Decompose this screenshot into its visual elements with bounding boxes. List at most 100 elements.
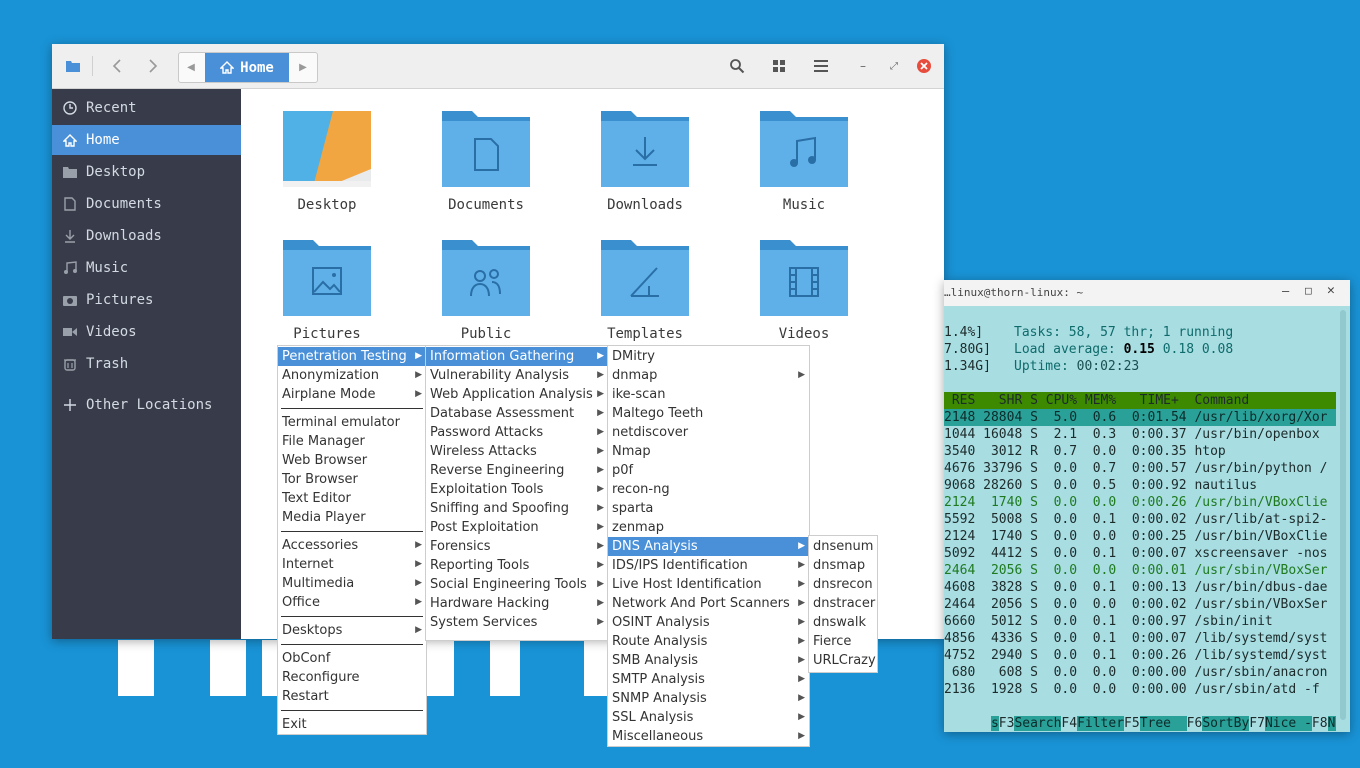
minimize-button[interactable]: – bbox=[850, 54, 876, 78]
menu-item-exploitation-tools[interactable]: Exploitation Tools ▶ bbox=[426, 480, 608, 499]
file-item-public[interactable]: Public bbox=[421, 218, 551, 348]
process-row[interactable]: 2148 28804 S 5.0 0.6 0:01.54 /usr/lib/xo… bbox=[944, 409, 1336, 426]
menu-item-accessories[interactable]: Accessories ▶ bbox=[278, 536, 426, 555]
menu-item-restart[interactable]: Restart bbox=[278, 687, 426, 706]
menu-button[interactable] bbox=[808, 54, 834, 78]
maximize-button[interactable]: ⤢ bbox=[881, 54, 907, 78]
menu-item-zenmap[interactable]: zenmap bbox=[608, 518, 809, 537]
close-button[interactable] bbox=[911, 54, 937, 78]
search-button[interactable] bbox=[724, 54, 750, 78]
menu-item-reverse-engineering[interactable]: Reverse Engineering ▶ bbox=[426, 461, 608, 480]
menu-item-sparta[interactable]: sparta bbox=[608, 499, 809, 518]
process-row[interactable]: 4856 4336 S 0.0 0.1 0:00.07 /lib/systemd… bbox=[944, 630, 1336, 647]
sidebar-item-desktop[interactable]: Desktop bbox=[52, 157, 241, 187]
menu-item-post-exploitation[interactable]: Post Exploitation ▶ bbox=[426, 518, 608, 537]
file-item-documents[interactable]: Documents bbox=[421, 89, 551, 219]
menu-item-forensics[interactable]: Forensics ▶ bbox=[426, 537, 608, 556]
sidebar-item-trash[interactable]: Trash bbox=[52, 349, 241, 379]
menu-item-osint-analysis[interactable]: OSINT Analysis ▶ bbox=[608, 613, 809, 632]
fkey-nice[interactable]: Nice - bbox=[1264, 716, 1312, 731]
menu-item-dnswalk[interactable]: dnswalk bbox=[809, 613, 877, 632]
sidebar-item-other-locations[interactable]: Other Locations bbox=[52, 390, 241, 420]
menu-item-nmap[interactable]: Nmap bbox=[608, 442, 809, 461]
process-row[interactable]: 5592 5008 S 0.0 0.1 0:00.02 /usr/lib/at-… bbox=[944, 511, 1336, 528]
sidebar-item-videos[interactable]: Videos bbox=[52, 317, 241, 347]
menu-item-netdiscover[interactable]: netdiscover bbox=[608, 423, 809, 442]
menu-item-password-attacks[interactable]: Password Attacks ▶ bbox=[426, 423, 608, 442]
menu-item-ike-scan[interactable]: ike-scan bbox=[608, 385, 809, 404]
menu-item-dnmap[interactable]: dnmap ▶ bbox=[608, 366, 809, 385]
menu-item-dmitry[interactable]: DMitry bbox=[608, 347, 809, 366]
menu-item-snmp-analysis[interactable]: SNMP Analysis ▶ bbox=[608, 689, 809, 708]
menu-item-p0f[interactable]: p0f bbox=[608, 461, 809, 480]
sidebar-item-home[interactable]: Home bbox=[52, 125, 241, 155]
sidebar-item-music[interactable]: Music bbox=[52, 253, 241, 283]
process-row[interactable]: 680 608 S 0.0 0.0 0:00.00 /usr/sbin/anac… bbox=[944, 664, 1336, 681]
back-button[interactable] bbox=[104, 54, 130, 78]
menu-item-desktops[interactable]: Desktops ▶ bbox=[278, 621, 426, 640]
menu-item-reconfigure[interactable]: Reconfigure bbox=[278, 668, 426, 687]
process-row[interactable]: 4752 2940 S 0.0 0.1 0:00.26 /lib/systemd… bbox=[944, 647, 1336, 664]
menu-item-miscellaneous[interactable]: Miscellaneous ▶ bbox=[608, 727, 809, 746]
menu-item-system-services[interactable]: System Services ▶ bbox=[426, 613, 608, 632]
sidebar-item-downloads[interactable]: Downloads bbox=[52, 221, 241, 251]
file-item-desktop[interactable]: Desktop bbox=[262, 89, 392, 219]
menu-item-information-gathering[interactable]: Information Gathering ▶ bbox=[426, 347, 608, 366]
sidebar-item-recent[interactable]: Recent bbox=[52, 93, 241, 123]
menu-item-airplane-mode[interactable]: Airplane Mode ▶ bbox=[278, 385, 426, 404]
breadcrumb-home[interactable]: Home bbox=[205, 53, 289, 82]
process-row[interactable]: 2124 1740 S 0.0 0.0 0:00.25 /usr/bin/VBo… bbox=[944, 528, 1336, 545]
menu-item-dnsrecon[interactable]: dnsrecon bbox=[809, 575, 877, 594]
menu-item-reporting-tools[interactable]: Reporting Tools ▶ bbox=[426, 556, 608, 575]
file-item-pictures[interactable]: Pictures bbox=[262, 218, 392, 348]
breadcrumb-left-arrow[interactable]: ◀ bbox=[179, 53, 203, 82]
sidebar-item-documents[interactable]: Documents bbox=[52, 189, 241, 219]
process-row[interactable]: 4608 3828 S 0.0 0.1 0:00.13 /usr/bin/dbu… bbox=[944, 579, 1336, 596]
fkey-sortby[interactable]: SortBy bbox=[1202, 716, 1250, 731]
menu-item-wireless-attacks[interactable]: Wireless Attacks ▶ bbox=[426, 442, 608, 461]
menu-item-route-analysis[interactable]: Route Analysis ▶ bbox=[608, 632, 809, 651]
menu-item-live-host-identification[interactable]: Live Host Identification ▶ bbox=[608, 575, 809, 594]
file-item-downloads[interactable]: Downloads bbox=[580, 89, 710, 219]
process-row[interactable]: 2464 2056 S 0.0 0.0 0:00.02 /usr/sbin/VB… bbox=[944, 596, 1336, 613]
process-row[interactable]: 2124 1740 S 0.0 0.0 0:00.26 /usr/bin/VBo… bbox=[944, 494, 1336, 511]
menu-item-tor-browser[interactable]: Tor Browser bbox=[278, 470, 426, 489]
fkey-filter[interactable]: Filter bbox=[1077, 716, 1125, 731]
breadcrumb-right-arrow[interactable]: ▶ bbox=[291, 53, 315, 82]
menu-item-dns-analysis[interactable]: DNS Analysis ▶ bbox=[608, 537, 809, 556]
process-row[interactable]: 3540 3012 R 0.7 0.0 0:00.35 htop bbox=[944, 443, 1336, 460]
process-row[interactable]: 9068 28260 S 0.0 0.5 0:00.92 nautilus bbox=[944, 477, 1336, 494]
terminal-close-button[interactable]: ✕ bbox=[1327, 283, 1335, 298]
grid-view-button[interactable] bbox=[766, 54, 792, 78]
process-row[interactable]: 4676 33796 S 0.0 0.7 0:00.57 /usr/bin/py… bbox=[944, 460, 1336, 477]
htop-view[interactable]: 1.4%] 7.80G] 1.34G] Tasks: 58, 57 thr; 1… bbox=[944, 306, 1336, 732]
forward-button[interactable] bbox=[140, 54, 166, 78]
menu-item-hardware-hacking[interactable]: Hardware Hacking ▶ bbox=[426, 594, 608, 613]
menu-item-smb-analysis[interactable]: SMB Analysis ▶ bbox=[608, 651, 809, 670]
terminal-minimize-button[interactable]: – bbox=[1282, 284, 1289, 298]
menu-item-internet[interactable]: Internet ▶ bbox=[278, 555, 426, 574]
process-row[interactable]: 6660 5012 S 0.0 0.1 0:00.97 /sbin/init bbox=[944, 613, 1336, 630]
menu-item-web-browser[interactable]: Web Browser bbox=[278, 451, 426, 470]
menu-item-ids-ips-identification[interactable]: IDS/IPS Identification ▶ bbox=[608, 556, 809, 575]
process-row[interactable]: 2136 1928 S 0.0 0.0 0:00.00 /usr/sbin/at… bbox=[944, 681, 1336, 698]
process-row[interactable]: 1044 16048 S 2.1 0.3 0:00.37 /usr/bin/op… bbox=[944, 426, 1336, 443]
menu-item-anonymization[interactable]: Anonymization ▶ bbox=[278, 366, 426, 385]
file-item-music[interactable]: Music bbox=[739, 89, 869, 219]
file-item-videos[interactable]: Videos bbox=[739, 218, 869, 348]
menu-item-dnstracer[interactable]: dnstracer bbox=[809, 594, 877, 613]
menu-item-text-editor[interactable]: Text Editor bbox=[278, 489, 426, 508]
menu-item-recon-ng[interactable]: recon-ng bbox=[608, 480, 809, 499]
sidebar-item-pictures[interactable]: Pictures bbox=[52, 285, 241, 315]
fkey-search[interactable]: Search bbox=[1014, 716, 1062, 731]
menu-item-network-and-port-scanners[interactable]: Network And Port Scanners ▶ bbox=[608, 594, 809, 613]
menu-item-obconf[interactable]: ObConf bbox=[278, 649, 426, 668]
menu-item-vulnerability-analysis[interactable]: Vulnerability Analysis ▶ bbox=[426, 366, 608, 385]
menu-item-terminal-emulator[interactable]: Terminal emulator bbox=[278, 413, 426, 432]
terminal-maximize-button[interactable]: □ bbox=[1305, 284, 1312, 297]
menu-item-penetration-testing[interactable]: Penetration Testing ▶ bbox=[278, 347, 426, 366]
menu-item-dnsenum[interactable]: dnsenum bbox=[809, 537, 877, 556]
menu-item-ssl-analysis[interactable]: SSL Analysis ▶ bbox=[608, 708, 809, 727]
fkey-nice[interactable]: Nice + bbox=[1327, 716, 1336, 731]
process-table-header[interactable]: RES SHR S CPU% MEM% TIME+ Command bbox=[944, 392, 1336, 409]
